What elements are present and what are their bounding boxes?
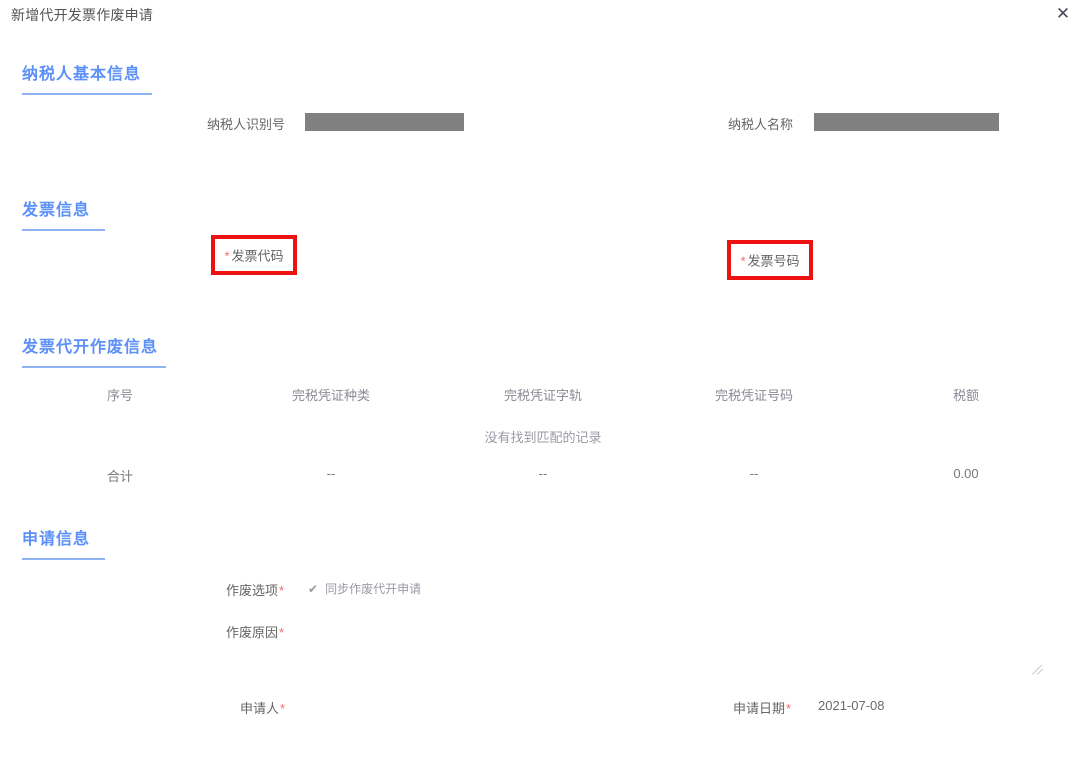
label-void-option-wrap: 作废选项* bbox=[226, 580, 284, 599]
check-icon: ✔ bbox=[308, 581, 319, 596]
table-total-cell-0: 合计 bbox=[106, 469, 134, 484]
table-header-cell-0: 序号 bbox=[106, 388, 134, 403]
annotation-box-invoice-number: * 发票号码 bbox=[727, 240, 813, 280]
table-header-cell-3: 完税凭证号码 bbox=[714, 388, 794, 403]
table-total-cell-4: 0.00 bbox=[953, 466, 979, 481]
table-total-cell-3: -- bbox=[749, 466, 759, 481]
void-invoice-application-dialog: 新增代开发票作废申请 ✕ 纳税人基本信息 纳税人识别号 纳税人名称 发票信息 *… bbox=[0, 0, 1080, 759]
label-taxpayer-name: 纳税人名称 bbox=[728, 117, 794, 132]
required-marker-void-option: * bbox=[279, 583, 285, 598]
label-taxpayer-id: 纳税人识别号 bbox=[207, 117, 286, 132]
annotation-box-invoice-code: * 发票代码 bbox=[211, 235, 297, 275]
label-application-date-wrap: 申请日期* bbox=[733, 698, 791, 717]
dialog-titlebar: 新增代开发票作废申请 ✕ bbox=[0, 0, 1080, 30]
required-marker-applicant: * bbox=[280, 701, 286, 716]
label-invoice-number-wrap: * 发票号码 bbox=[740, 251, 799, 270]
table-header-cell-1: 完税凭证种类 bbox=[291, 388, 371, 403]
label-void-reason-wrap: 作废原因* bbox=[226, 622, 284, 641]
checkbox-label-sync-void-application: 同步作废代开申请 bbox=[325, 582, 422, 596]
label-void-reason: 作废原因 bbox=[226, 625, 279, 640]
table-header-cell-4: 税额 bbox=[952, 388, 980, 403]
label-application-date: 申请日期 bbox=[733, 701, 786, 716]
table-empty-message: 没有找到匹配的记录 bbox=[484, 430, 602, 445]
textarea-resize-handle[interactable] bbox=[1032, 662, 1044, 675]
label-invoice-number: 发票号码 bbox=[747, 253, 800, 269]
section-heading-taxpayer-info: 纳税人基本信息 bbox=[22, 60, 152, 95]
checkbox-sync-void-application[interactable]: ✔ 同步作废代开申请 bbox=[308, 580, 421, 597]
label-applicant-wrap: 申请人* bbox=[240, 698, 285, 717]
label-invoice-code: 发票代码 bbox=[231, 248, 284, 264]
required-marker-invoice-number: * bbox=[740, 253, 746, 269]
close-icon[interactable]: ✕ bbox=[1050, 2, 1076, 26]
section-heading-application-info: 申请信息 bbox=[22, 525, 105, 560]
label-invoice-code-wrap: * 发票代码 bbox=[224, 246, 283, 265]
value-application-date[interactable]: 2021-07-08 bbox=[818, 698, 885, 713]
table-total-cell-2: -- bbox=[538, 466, 548, 481]
label-applicant: 申请人 bbox=[240, 701, 280, 716]
label-void-option: 作废选项 bbox=[226, 583, 279, 598]
value-taxpayer-name-masked[interactable] bbox=[814, 113, 999, 131]
value-taxpayer-id-masked[interactable] bbox=[305, 113, 464, 131]
dialog-title: 新增代开发票作废申请 bbox=[11, 7, 153, 23]
required-marker-invoice-code: * bbox=[224, 248, 230, 264]
table-total-cell-1: -- bbox=[326, 466, 336, 481]
section-heading-invoice-info: 发票信息 bbox=[22, 196, 105, 231]
table-header-cell-2: 完税凭证字轨 bbox=[503, 388, 583, 403]
section-heading-void-info: 发票代开作废信息 bbox=[22, 333, 166, 368]
required-marker-void-reason: * bbox=[279, 625, 285, 640]
required-marker-application-date: * bbox=[786, 701, 792, 716]
